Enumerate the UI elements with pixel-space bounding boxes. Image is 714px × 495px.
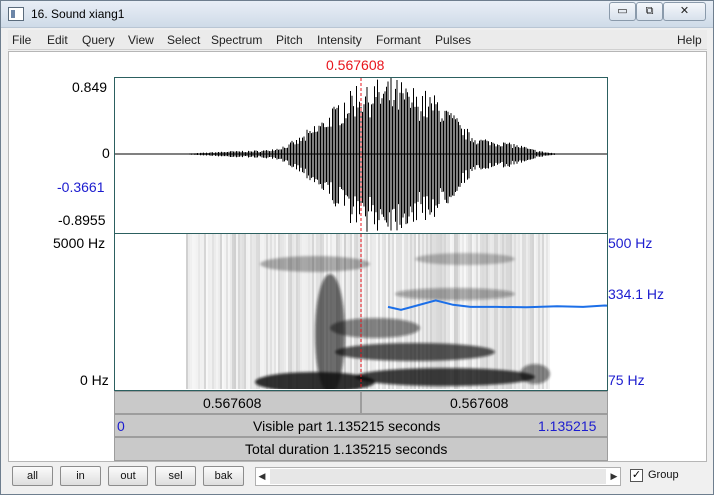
formant-band [260, 256, 370, 272]
pitch-value-label: 334.1 Hz [608, 286, 665, 302]
waveform-trace [189, 78, 555, 232]
waveform-panel[interactable] [114, 77, 608, 234]
minimize-button[interactable]: ▭ [609, 2, 636, 21]
scroll-right-icon[interactable]: ▶ [608, 468, 620, 485]
zoom-back-button[interactable]: bak [203, 466, 244, 486]
menu-formant[interactable]: Formant [376, 33, 421, 47]
menu-spectrum[interactable]: Spectrum [211, 33, 262, 47]
selection-left-time: 0.567608 [203, 395, 262, 411]
visible-part-bar[interactable]: 0 Visible part 1.135215 seconds 1.135215 [114, 414, 608, 437]
waveform-cursor-value: -0.3661 [57, 179, 105, 195]
menu-view[interactable]: View [128, 33, 154, 47]
total-duration-bar[interactable]: Total duration 1.135215 seconds [114, 437, 608, 461]
formant-band [395, 288, 515, 300]
menu-pitch[interactable]: Pitch [276, 33, 303, 47]
formant-band [335, 343, 495, 361]
menu-edit[interactable]: Edit [47, 33, 68, 47]
close-button[interactable]: ✕ [663, 2, 706, 21]
selection-right-time: 0.567608 [450, 395, 509, 411]
time-bar-right[interactable]: 0.567608 [361, 391, 608, 414]
formant-band [355, 368, 535, 386]
time-bar-left[interactable]: 0.567608 [114, 391, 361, 414]
cursor-time-label: 0.567608 [326, 57, 385, 73]
formant-band [520, 364, 550, 384]
menu-file[interactable]: File [12, 33, 31, 47]
visible-start-time: 0 [117, 418, 125, 434]
spectrogram-plot [186, 234, 607, 390]
group-label: Group [648, 469, 679, 481]
scroll-left-icon[interactable]: ◀ [256, 468, 268, 485]
visible-end-time: 1.135215 [538, 418, 597, 434]
maximize-button[interactable]: ⧉ [636, 2, 663, 21]
control-strip: all in out sel bak ◀ ▶ ✓ Group [8, 464, 707, 492]
waveform-min-label: -0.8955 [58, 212, 106, 228]
visible-part-label: Visible part 1.135215 seconds [253, 418, 441, 434]
total-duration-label: Total duration 1.135215 seconds [245, 441, 448, 457]
menu-pulses[interactable]: Pulses [435, 33, 471, 47]
menu-query[interactable]: Query [82, 33, 115, 47]
zoom-in-button[interactable]: in [60, 466, 101, 486]
group-checkbox[interactable]: ✓ [630, 469, 643, 482]
menu-bar: File Edit Query View Select Spectrum Pit… [8, 30, 707, 50]
app-icon [8, 7, 24, 21]
spectrogram-panel[interactable] [114, 234, 608, 391]
pitch-bottom-label: 75 Hz [608, 372, 645, 388]
menu-intensity[interactable]: Intensity [317, 33, 362, 47]
formant-band [330, 318, 420, 338]
spectrogram-top-label: 5000 Hz [53, 235, 106, 251]
scroll-thumb[interactable] [270, 469, 606, 484]
zoom-all-button[interactable]: all [12, 466, 53, 486]
sound-editor-area: 0.567608 0.849 0 -0.3661 -0.8955 5000 Hz… [8, 51, 707, 462]
waveform-max-label: 0.849 [72, 79, 108, 95]
title-bar: 16. Sound xiang1 ▭ ⧉ ✕ [1, 1, 713, 28]
formant-band [415, 253, 515, 265]
zoom-selection-button[interactable]: sel [155, 466, 196, 486]
waveform-plot [115, 78, 607, 233]
zoom-out-button[interactable]: out [108, 466, 148, 486]
praat-sound-window: 16. Sound xiang1 ▭ ⧉ ✕ File Edit Query V… [0, 0, 714, 495]
waveform-zero-label: 0 [102, 145, 110, 161]
pitch-top-label: 500 Hz [608, 235, 653, 251]
spectrogram-bottom-label: 0 Hz [80, 372, 109, 388]
horizontal-scrollbar[interactable]: ◀ ▶ [255, 467, 621, 486]
menu-select[interactable]: Select [167, 33, 200, 47]
window-title: 16. Sound xiang1 [31, 7, 125, 21]
menu-help[interactable]: Help [677, 33, 702, 47]
